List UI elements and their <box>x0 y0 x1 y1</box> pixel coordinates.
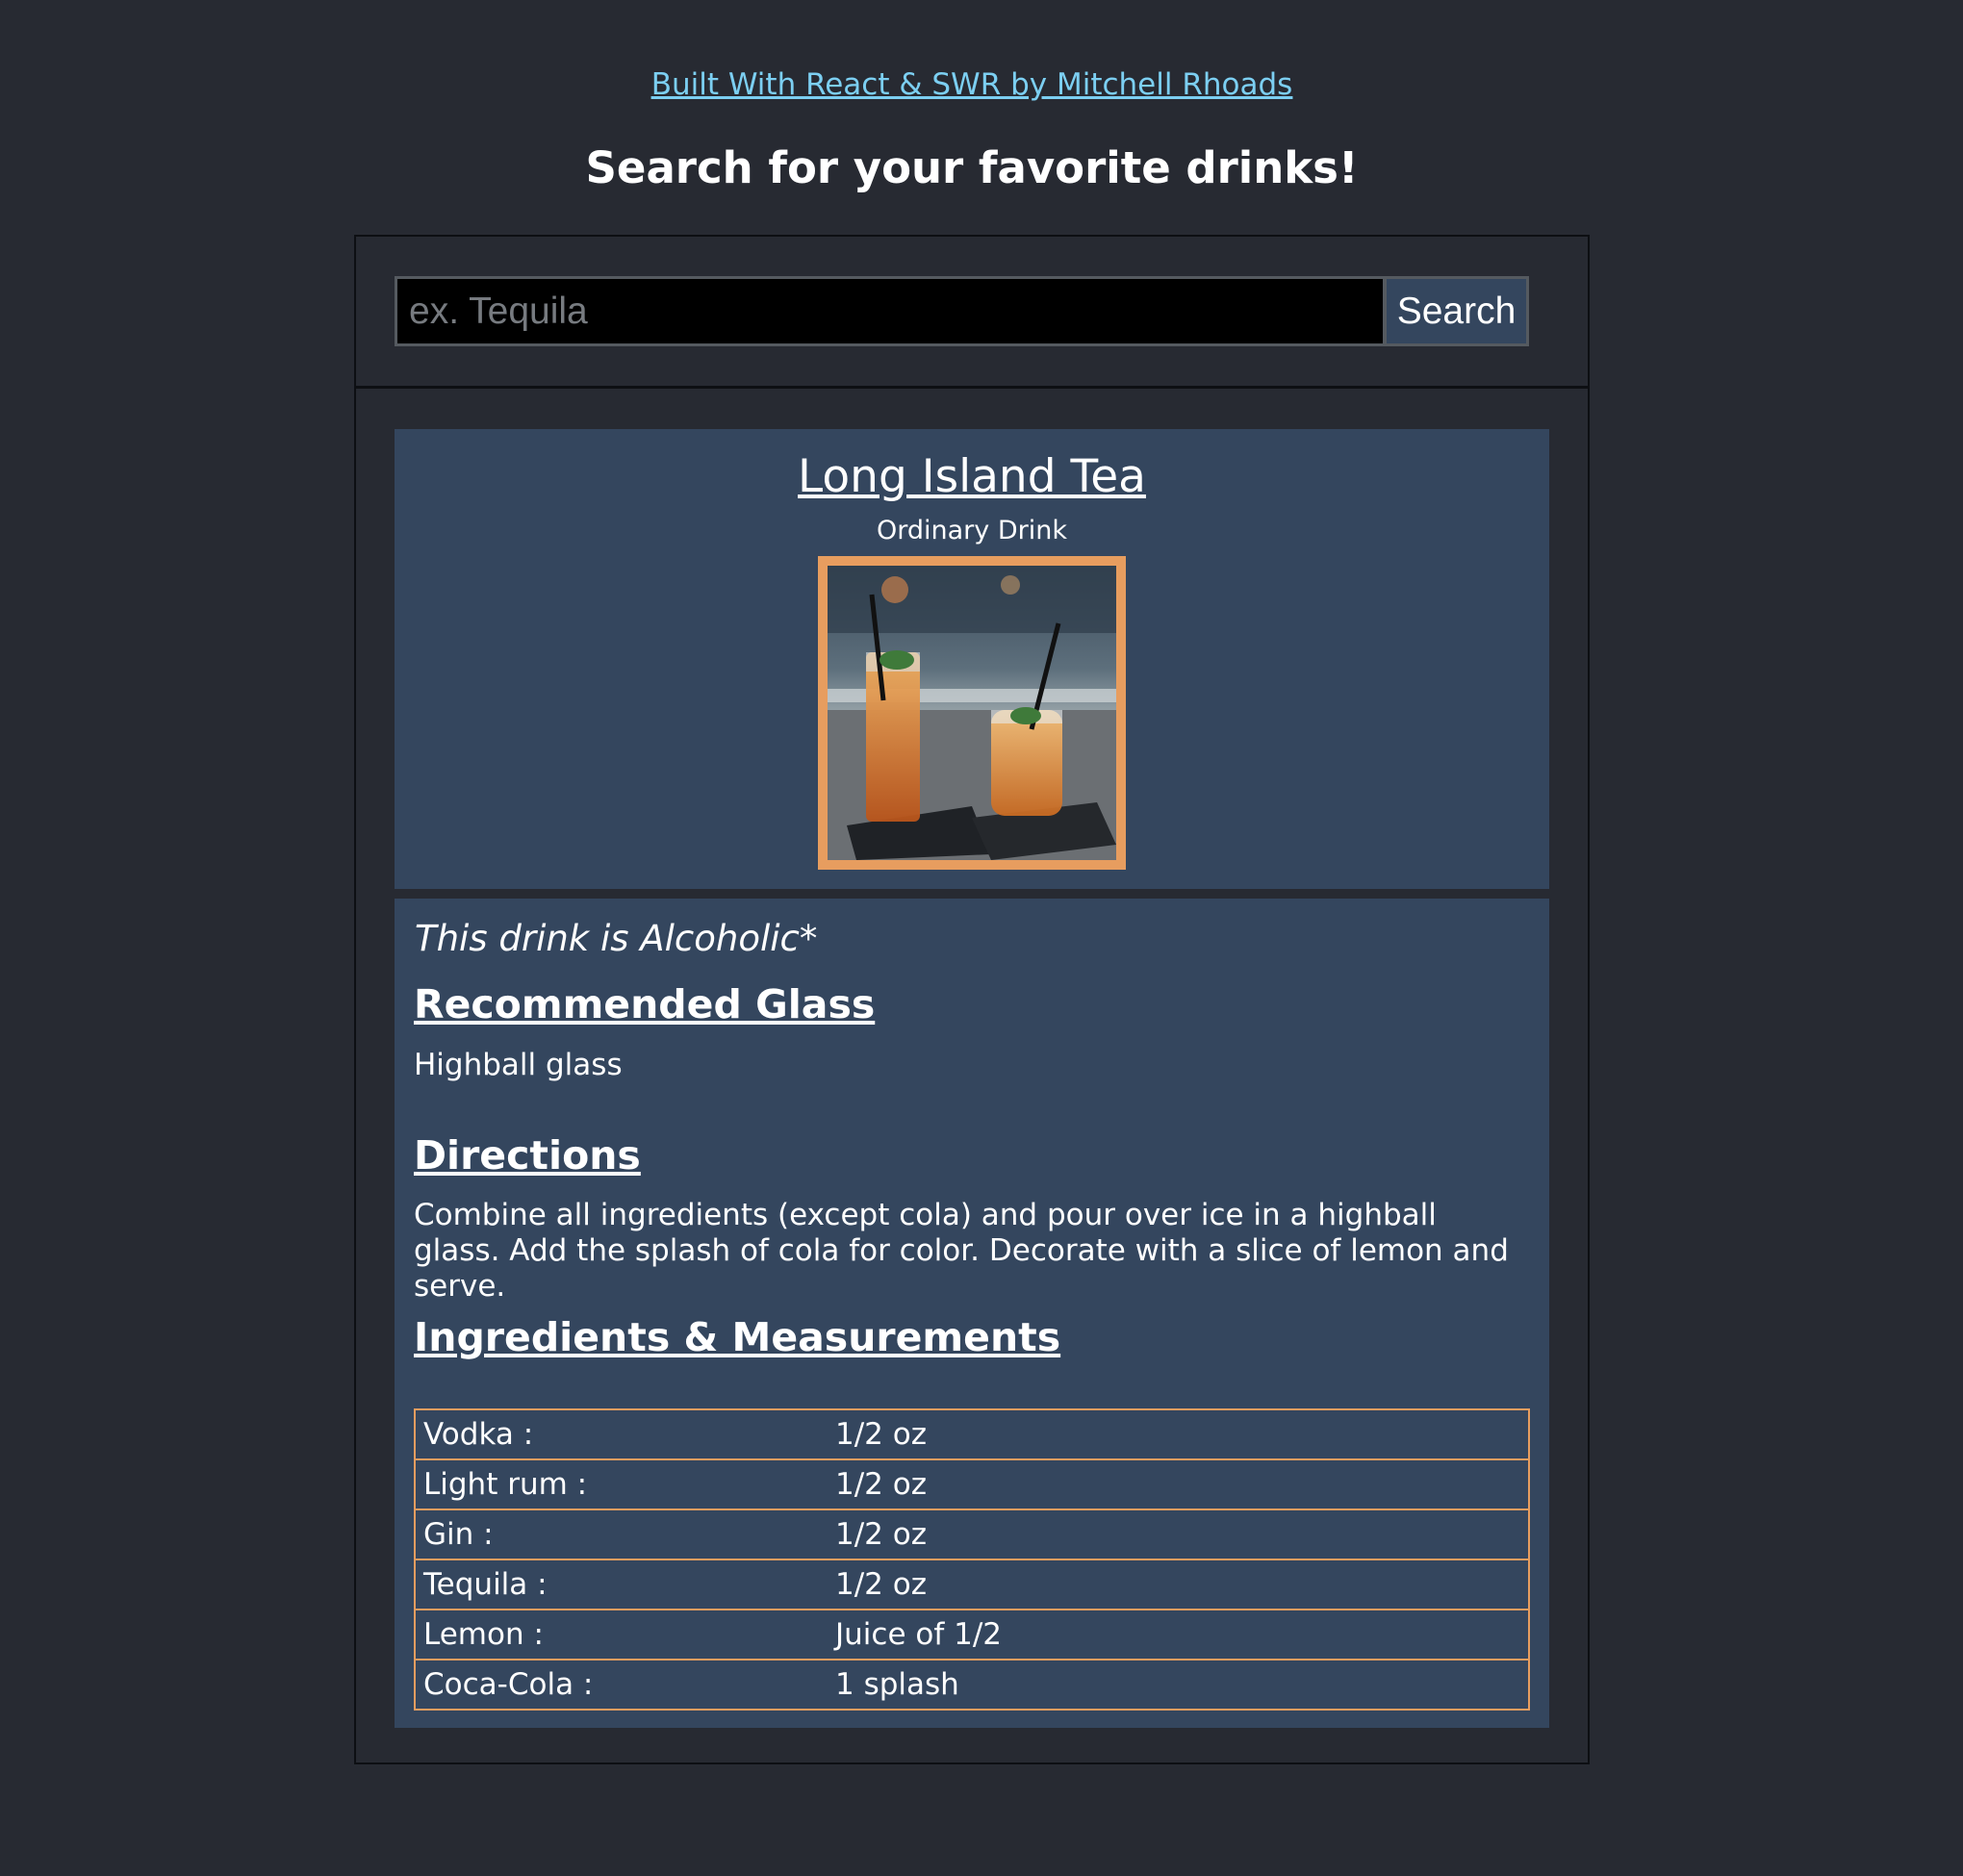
ingredient-measure: 1 splash <box>828 1659 1528 1709</box>
drink-name-link[interactable]: Long Island Tea <box>395 450 1549 503</box>
drink-image <box>818 556 1126 870</box>
ingredient-measure: 1/2 oz <box>828 1559 1528 1609</box>
ingredient-name: Light rum : <box>416 1458 828 1508</box>
credit-link[interactable]: Built With React & SWR by Mitchell Rhoad… <box>651 67 1293 102</box>
ingredient-measure: Juice of 1/2 <box>828 1609 1528 1659</box>
ingredients-table: Vodka : 1/2 oz Light rum : 1/2 oz Gin : … <box>414 1408 1530 1711</box>
cocktail-photo-icon <box>828 566 1116 860</box>
ingredient-name: Gin : <box>416 1508 828 1559</box>
ingredient-name: Coca-Cola : <box>416 1659 828 1709</box>
table-row: Vodka : 1/2 oz <box>416 1410 1528 1458</box>
ingredients-heading: Ingredients & Measurements <box>414 1314 1061 1360</box>
glass-heading: Recommended Glass <box>414 981 876 1027</box>
search-bar: Search <box>356 237 1588 389</box>
search-button[interactable]: Search <box>1384 276 1529 346</box>
table-row: Light rum : 1/2 oz <box>416 1458 1528 1508</box>
table-row: Coca-Cola : 1 splash <box>416 1659 1528 1709</box>
ingredient-name: Vodka : <box>423 1417 534 1452</box>
drink-details: This drink is Alcoholic* Recommended Gla… <box>395 899 1549 1728</box>
ingredient-measure: 1/2 oz <box>835 1417 927 1452</box>
ingredient-name: Lemon : <box>416 1609 828 1659</box>
table-row: Tequila : 1/2 oz <box>416 1559 1528 1609</box>
ingredient-measure: 1/2 oz <box>828 1458 1528 1508</box>
page-title: Search for your favorite drinks! <box>585 142 1359 193</box>
drink-category: Ordinary Drink <box>877 516 1067 545</box>
alcoholic-note: This drink is Alcoholic* <box>415 918 818 959</box>
directions-text: Combine all ingredients (except cola) an… <box>414 1198 1509 1304</box>
drink-card-header: Long Island Tea Ordinary Drink <box>395 429 1549 889</box>
ingredient-name: Tequila : <box>416 1559 828 1609</box>
table-row: Gin : 1/2 oz <box>416 1508 1528 1559</box>
app-container: Search Long Island Tea Ordinary Drink <box>354 235 1590 1764</box>
ingredient-measure: 1/2 oz <box>828 1508 1528 1559</box>
directions-heading: Directions <box>414 1132 641 1179</box>
glass-value: Highball glass <box>414 1048 623 1082</box>
search-input[interactable] <box>395 276 1386 346</box>
credit-line: Built With React & SWR by Mitchell Rhoad… <box>0 67 1944 102</box>
table-row: Lemon : Juice of 1/2 <box>416 1609 1528 1659</box>
